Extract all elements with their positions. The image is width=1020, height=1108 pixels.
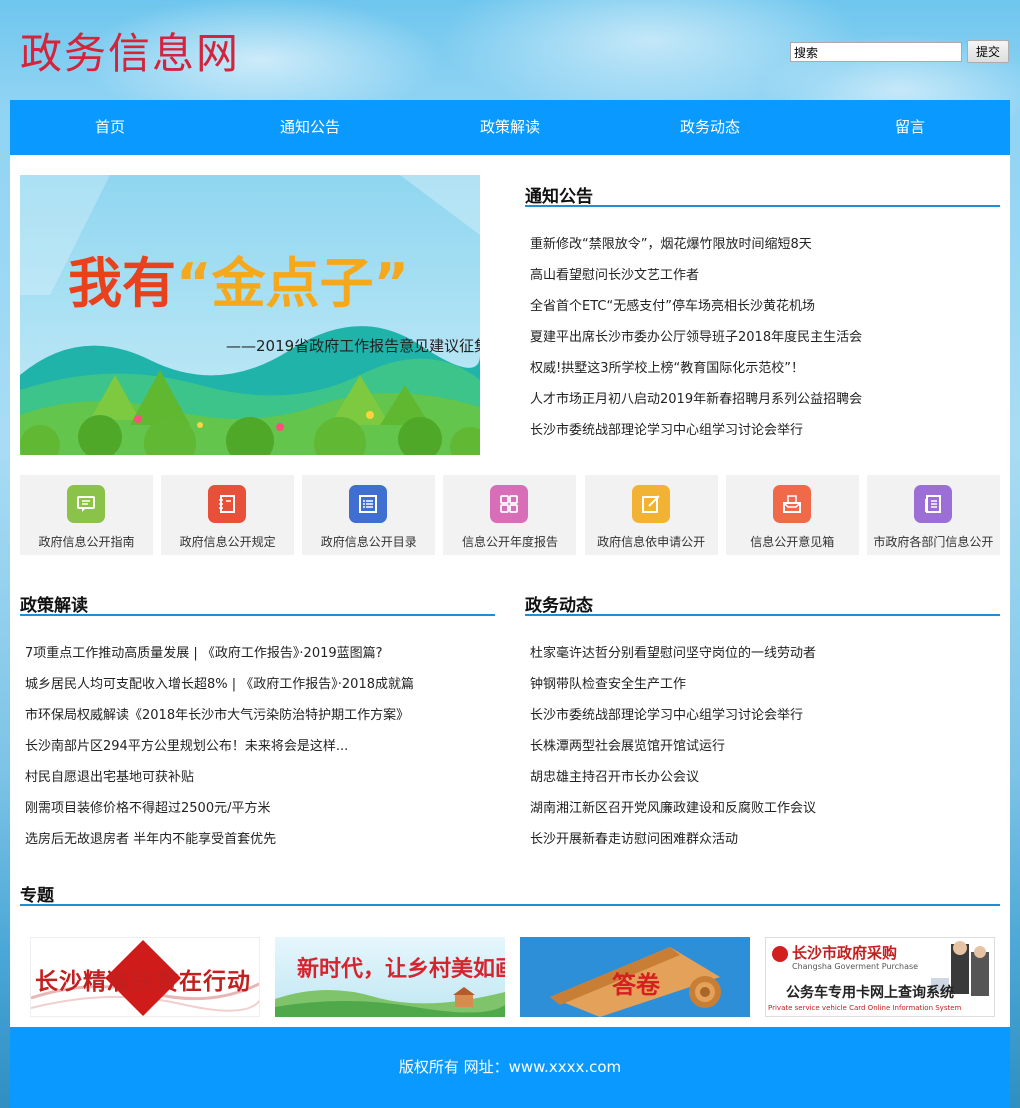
document-icon xyxy=(913,485,952,523)
topic-poverty-alleviation[interactable]: 长沙精准扶贫在行动 xyxy=(30,937,260,1017)
tile-application[interactable]: 政府信息依申请公开 xyxy=(584,475,718,555)
topic-3-text: 答卷 xyxy=(612,970,660,999)
main-nav: 首页 通知公告 政策解读 政务动态 留言 xyxy=(10,100,1010,155)
topic-1-text: 长沙精准扶贫在行动 xyxy=(35,968,251,995)
list-item[interactable]: 城乡居民人均可支配收入增长超8% | 《政府工作报告》·2018成就篇 xyxy=(25,669,495,700)
header: 政务信息网 提交 xyxy=(0,0,1020,100)
topic-government-purchase[interactable]: 长沙市政府采购 Changsha Goverment Purchase 公务车专… xyxy=(765,937,995,1017)
list-item[interactable]: 全省首个ETC“无感支付”停车场亮相长沙黄花机场 xyxy=(530,291,1000,322)
banner-headline-quote: “金点子” xyxy=(176,252,409,315)
list-item[interactable]: 市环保局权威解读《2018年长沙市大气污染防治特护期工作方案》 xyxy=(25,700,495,731)
topics-row: 长沙精准扶贫在行动 新时代，让乡村美如画卷 答卷 xyxy=(30,937,995,1017)
notices-title: 通知公告 xyxy=(525,187,593,207)
nav-notices[interactable]: 通知公告 xyxy=(210,100,410,155)
tile-label: 政府信息公开目录 xyxy=(320,535,417,549)
affairs-list: 杜家毫许达哲分别看望慰问坚守岗位的一线劳动者 钟钢带队检查安全生产工作 长沙市委… xyxy=(530,638,1000,855)
grid-icon xyxy=(490,485,529,523)
list-item[interactable]: 7项重点工作推动高质量发展 | 《政府工作报告》·2019蓝图篇? xyxy=(25,638,495,669)
footer: 版权所有 网址：www.xxxx.com xyxy=(10,1027,1010,1108)
list-item[interactable]: 村民自愿退出宅基地可获补贴 xyxy=(25,762,495,793)
inbox-icon xyxy=(772,485,811,523)
topics-title: 专题 xyxy=(20,886,54,906)
nav-message[interactable]: 留言 xyxy=(810,100,1010,155)
list-item[interactable]: 杜家毫许达哲分别看望慰问坚守岗位的一线劳动者 xyxy=(530,638,1000,669)
list-item[interactable]: 钟钢带队检查安全生产工作 xyxy=(530,669,1000,700)
list-item[interactable]: 夏建平出席长沙市委办公厅领导班子2018年度民主生活会 xyxy=(530,322,1000,353)
list-item[interactable]: 人才市场正月初八启动2019年新春招聘月系列公益招聘会 xyxy=(530,384,1000,415)
nav-policy[interactable]: 政策解读 xyxy=(410,100,610,155)
tile-catalog[interactable]: 政府信息公开目录 xyxy=(302,475,436,555)
tile-label: 信息公开意见箱 xyxy=(750,535,835,549)
site-title: 政务信息网 xyxy=(20,29,241,78)
search-submit-button[interactable]: 提交 xyxy=(967,40,1009,63)
chat-icon xyxy=(67,485,105,523)
topic-4-title-en: Changsha Goverment Purchase xyxy=(792,962,919,971)
banner-image[interactable]: 我有“金点子” ——2019省政府工作报告意见建议征集 xyxy=(20,175,480,455)
tile-label: 政府信息依申请公开 xyxy=(597,535,706,549)
topic-4-line2-en: Private service vehicle Card Online Info… xyxy=(768,1004,962,1012)
banner-headline: 我有“金点子” xyxy=(68,239,409,318)
topic-4-line2: 公务车专用卡网上查询系统 xyxy=(786,985,954,1001)
list-item[interactable]: 胡忠雄主持召开市长办公会议 xyxy=(530,762,1000,793)
tile-label: 政府信息公开指南 xyxy=(38,535,135,549)
tile-departments[interactable]: 市政府各部门信息公开 xyxy=(866,475,1000,555)
list-item[interactable]: 选房后无故退房者 半年内不能享受首套优先 xyxy=(25,824,495,855)
topic-answer-sheet[interactable]: 答卷 xyxy=(520,937,750,1017)
quick-links: 政府信息公开指南 政府信息公开规定 政府信息公开目录 信息公开年度报告 政府信息… xyxy=(20,475,1000,555)
list-icon xyxy=(349,485,388,523)
tile-annual-report[interactable]: 信息公开年度报告 xyxy=(443,475,577,555)
list-item[interactable]: 权威!拱墅这3所学校上榜“教育国际化示范校”！ xyxy=(530,353,1000,384)
topic-2-text: 新时代，让乡村美如画卷 xyxy=(297,956,505,982)
banner-subtitle: ——2019省政府工作报告意见建议征集 xyxy=(226,337,480,355)
tile-guide[interactable]: 政府信息公开指南 xyxy=(20,475,153,555)
topics-divider xyxy=(20,904,1000,906)
nav-home[interactable]: 首页 xyxy=(10,100,210,155)
list-item[interactable]: 重新修改“禁限放令”，烟花爆竹限放时间缩短8天 xyxy=(530,229,1000,260)
list-item[interactable]: 长沙开展新春走访慰问困难群众活动 xyxy=(530,824,1000,855)
list-item[interactable]: 长沙市委统战部理论学习中心组学习讨论会举行 xyxy=(530,415,1000,446)
banner-headline-pre: 我有 xyxy=(68,252,176,315)
policy-divider xyxy=(20,614,495,616)
notebook-icon xyxy=(208,485,247,523)
tile-label: 政府信息公开规定 xyxy=(179,535,276,549)
list-item[interactable]: 长株潭两型社会展览馆开馆试运行 xyxy=(530,731,1000,762)
nav-affairs[interactable]: 政务动态 xyxy=(610,100,810,155)
edit-icon xyxy=(631,485,670,523)
topic-4-title: 长沙市政府采购 xyxy=(792,944,898,962)
tile-label: 信息公开年度报告 xyxy=(461,535,558,549)
list-item[interactable]: 长沙南部片区294平方公里规划公布！未来将会是这样... xyxy=(25,731,495,762)
search-input[interactable] xyxy=(790,42,962,62)
list-item[interactable]: 湖南湘江新区召开党风廉政建设和反腐败工作会议 xyxy=(530,793,1000,824)
tile-rules[interactable]: 政府信息公开规定 xyxy=(161,475,295,555)
affairs-title: 政务动态 xyxy=(525,596,593,616)
main-content: 我有“金点子” ——2019省政府工作报告意见建议征集 通知公告 重新修改“禁限… xyxy=(10,155,1010,1027)
tile-feedback[interactable]: 信息公开意见箱 xyxy=(725,475,859,555)
list-item[interactable]: 高山看望慰问长沙文艺工作者 xyxy=(530,260,1000,291)
notices-divider xyxy=(525,205,1000,207)
topic-new-era-village[interactable]: 新时代，让乡村美如画卷 xyxy=(275,937,505,1017)
affairs-divider xyxy=(525,614,1000,616)
list-item[interactable]: 长沙市委统战部理论学习中心组学习讨论会举行 xyxy=(530,700,1000,731)
policy-title: 政策解读 xyxy=(20,596,88,616)
policy-list: 7项重点工作推动高质量发展 | 《政府工作报告》·2019蓝图篇? 城乡居民人均… xyxy=(25,638,495,855)
tile-label: 市政府各部门信息公开 xyxy=(873,535,994,549)
list-item[interactable]: 刚需项目装修价格不得超过2500元/平方米 xyxy=(25,793,495,824)
notices-list: 重新修改“禁限放令”，烟花爆竹限放时间缩短8天 高山看望慰问长沙文艺工作者 全省… xyxy=(530,229,1000,446)
